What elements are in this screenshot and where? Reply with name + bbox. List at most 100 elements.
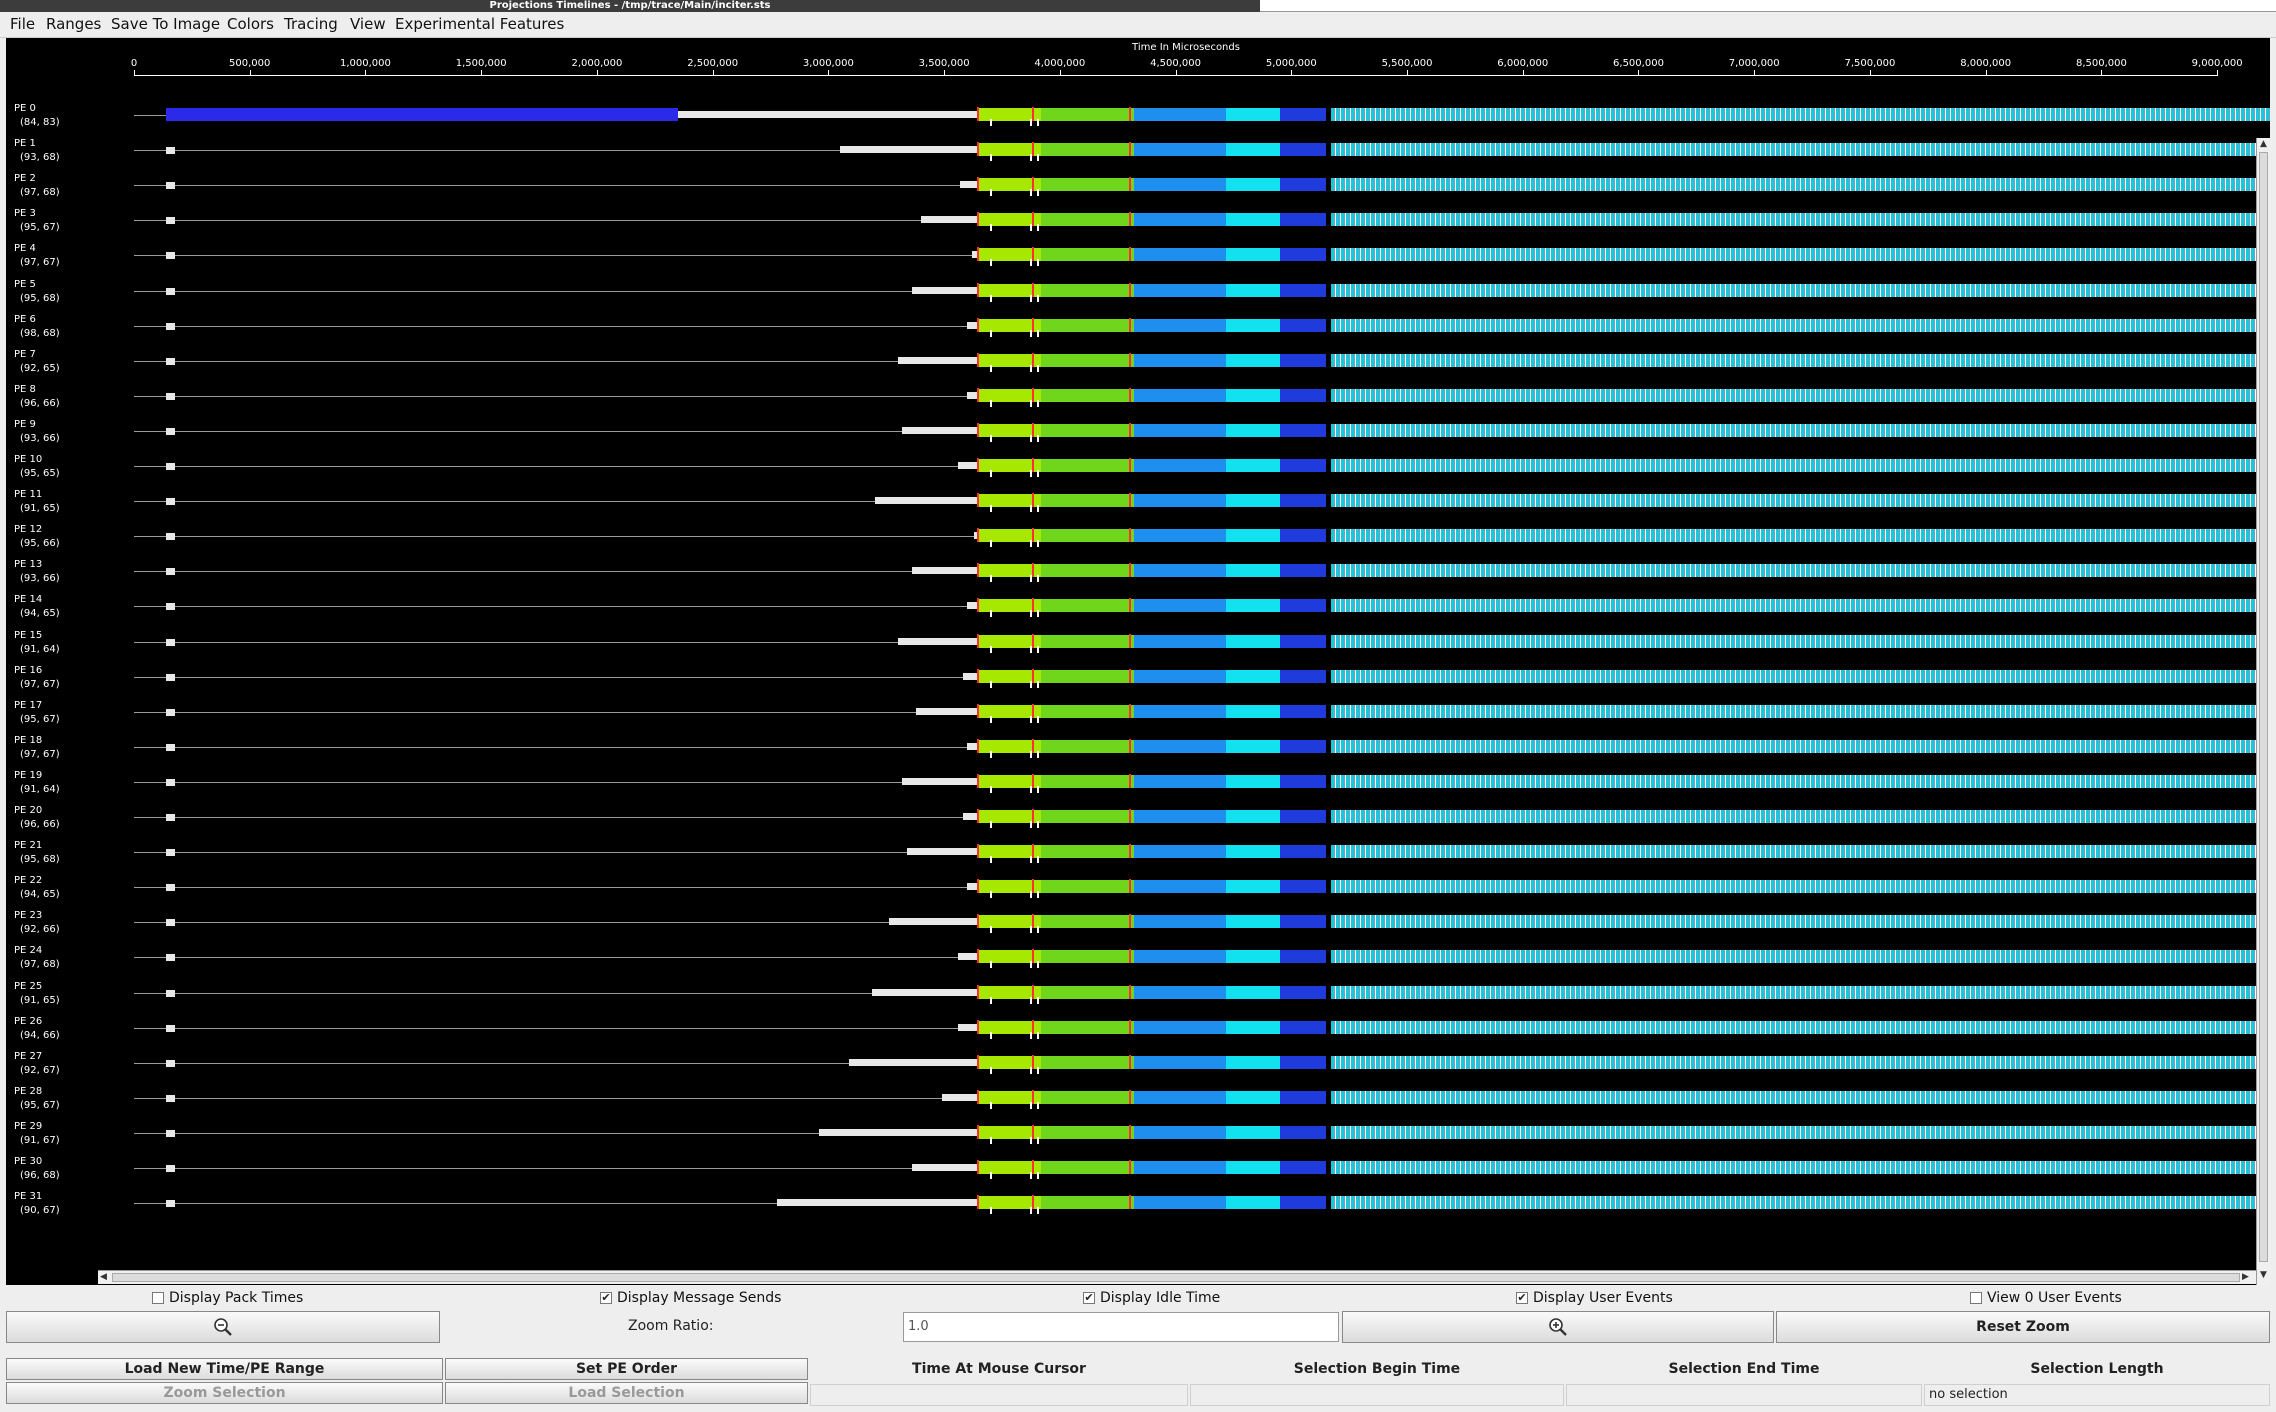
timeline-row[interactable] [6,244,2270,267]
user-events-check[interactable]: ✔ [1516,1292,1528,1304]
scroll-up-icon[interactable]: ▲ [2260,139,2267,149]
menu-tracing[interactable]: Tracing [284,15,338,33]
phase-segment [1133,494,1227,508]
phase-segment [1041,283,1134,297]
user-event-mark [1032,317,1035,332]
zoom-ratio-field[interactable]: 1.0 [903,1312,1339,1342]
display-user-events-checkbox[interactable]: ✔ Display User Events [1516,1289,1673,1307]
phase-segment [1279,213,1326,227]
timeline-row[interactable] [6,1087,2270,1109]
timeline-row[interactable] [6,841,2270,864]
timeline-row[interactable] [6,280,2270,302]
display-pack-times-checkbox[interactable]: Display Pack Times [152,1289,303,1307]
timeline-row[interactable] [6,525,2270,548]
phase-segment [1226,283,1280,297]
phase-segment [1279,1161,1326,1174]
timeline-row[interactable] [6,139,2270,162]
init-segment [166,638,176,646]
menu-experimental-features[interactable]: Experimental Features [395,15,564,33]
display-message-sends-checkbox[interactable]: ✔ Display Message Sends [600,1289,781,1307]
pack-times-check[interactable] [152,1292,164,1304]
load-selection-button[interactable]: Load Selection [445,1382,808,1404]
timeline-row[interactable] [6,455,2270,477]
timeline-row[interactable] [6,174,2270,197]
view-0-user-events-check[interactable] [1970,1292,1982,1304]
phase-segment [1279,318,1326,332]
init-segment [166,533,176,541]
timeline-row[interactable] [6,350,2270,372]
user-event-mark [1032,177,1035,192]
message-send-tick [1036,224,1039,232]
timeline-row[interactable] [6,209,2270,232]
message-send-tick [990,399,993,407]
view-0-user-events-checkbox[interactable]: View 0 User Events [1970,1289,2122,1307]
timeline-row[interactable] [6,876,2270,899]
idle-time-check[interactable]: ✔ [1083,1292,1095,1304]
user-event-mark [1032,1195,1035,1210]
reset-zoom-button[interactable]: Reset Zoom [1776,1311,2270,1343]
message-send-tick [990,1172,993,1179]
message-send-tick [990,154,993,162]
message-send-tick [990,259,993,267]
view-0-user-events-label: View 0 User Events [1987,1290,2122,1306]
timeline-row[interactable] [6,631,2270,653]
zoom-in-button[interactable] [1342,1311,1774,1343]
idle-line [134,1132,820,1134]
timeline-row[interactable] [6,911,2270,934]
axis-tick [2217,70,2219,76]
horizontal-scroll-thumb[interactable] [112,1273,2240,1282]
timeline-row[interactable] [6,736,2270,758]
selection-length-header: Selection Length [2030,1361,2164,1377]
timeline-row[interactable] [6,560,2270,583]
timeline-row[interactable] [6,1192,2270,1215]
scroll-right-icon[interactable]: ▶ [2242,1272,2249,1282]
timeline-row[interactable] [6,595,2270,618]
menu-ranges[interactable]: Ranges [46,15,101,33]
message-send-tick [1036,891,1039,899]
timeline-row[interactable] [6,1052,2270,1074]
timeline-row[interactable] [6,315,2270,337]
timeline-row[interactable] [6,946,2270,969]
zoom-selection-button[interactable]: Zoom Selection [6,1382,443,1404]
timeline-row[interactable] [6,1122,2270,1144]
scroll-left-icon[interactable]: ◀ [100,1272,107,1282]
message-send-tick [1036,715,1039,723]
phase-segment [1041,318,1134,332]
menu-view[interactable]: View [350,15,386,33]
idle-segment [874,497,979,505]
timeline-row[interactable] [6,771,2270,793]
iteration-segment [1330,880,2270,894]
timeline-row[interactable] [6,490,2270,513]
message-send-tick [1036,680,1039,688]
vertical-scrollbar[interactable]: ▲ ▼ [2256,138,2270,1285]
display-idle-time-checkbox[interactable]: ✔ Display Idle Time [1083,1289,1220,1307]
timeline-row[interactable] [6,982,2270,1004]
phase-segment [1226,1090,1280,1104]
vertical-scroll-thumb[interactable] [2259,152,2268,1262]
menu-file[interactable]: File [10,15,35,33]
timeline-row[interactable] [6,1017,2270,1039]
set-pe-order-button[interactable]: Set PE Order [445,1358,808,1380]
phase-segment [1279,283,1326,297]
timeline-row[interactable] [6,666,2270,688]
timeline-panel[interactable]: Time In Microseconds 0 500,000 1,000,000 1,… [6,38,2270,1285]
init-segment [166,884,176,892]
message-send-tick [1029,540,1032,548]
timeline-row[interactable] [6,385,2270,407]
timeline-row[interactable] [6,1157,2270,1179]
message-send-tick [1036,294,1039,302]
menu-colors[interactable]: Colors [227,15,274,33]
timeline-row[interactable] [6,806,2270,828]
message-sends-check[interactable]: ✔ [600,1292,612,1304]
timeline-row[interactable] [6,701,2270,723]
phase-segment [1226,459,1280,472]
scroll-down-icon[interactable]: ▼ [2260,1270,2267,1280]
timeline-row[interactable] [6,104,2270,126]
zoom-out-button[interactable] [6,1311,440,1343]
horizontal-scrollbar[interactable]: ◀ ▶ [98,1270,2256,1284]
timeline-row[interactable] [6,420,2270,442]
menu-save-to-image[interactable]: Save To Image [111,15,220,33]
user-event-mark [1032,879,1035,894]
user-event-mark [1129,563,1132,578]
load-range-button[interactable]: Load New Time/PE Range [6,1358,443,1380]
